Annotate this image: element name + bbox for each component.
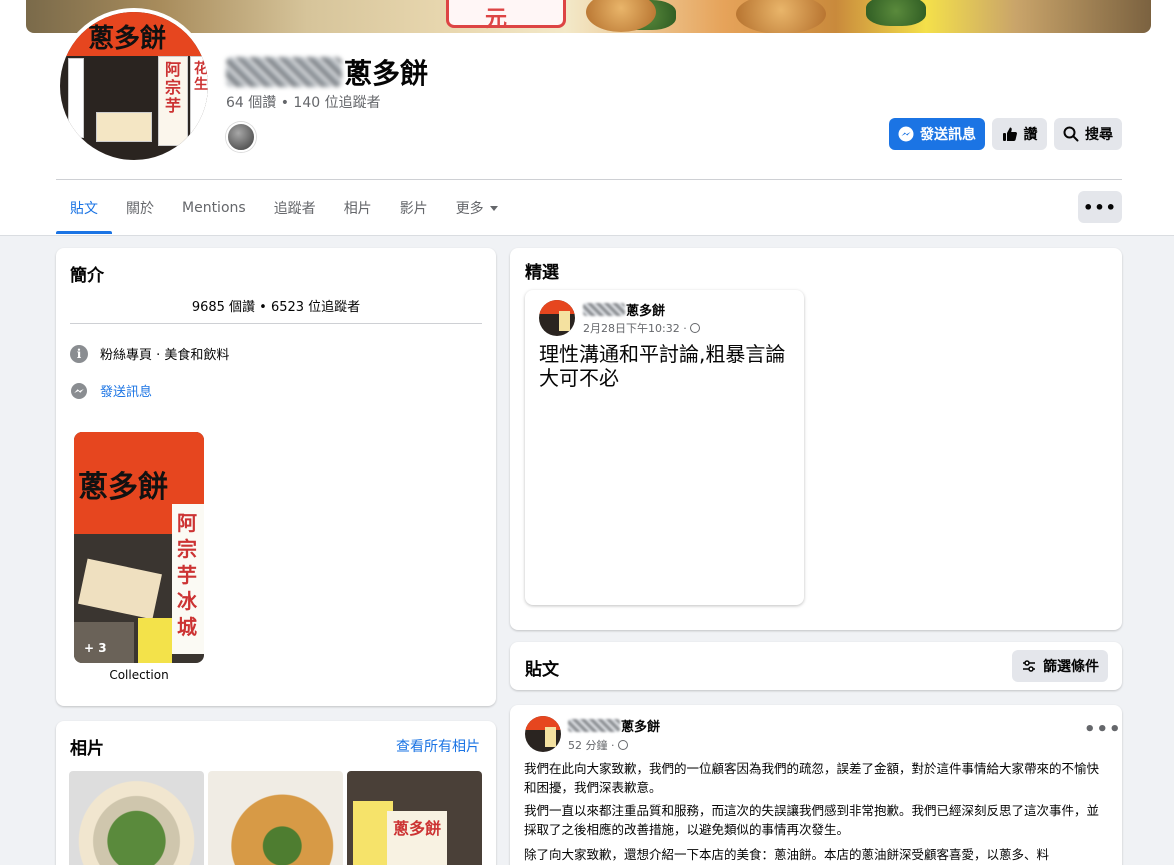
tab-more[interactable]: 更多 (442, 182, 512, 234)
send-message-button[interactable]: 發送訊息 (889, 118, 985, 150)
post-paragraph: 我們在此向大家致歉，我們的一位顧客因為我們的疏忽，誤差了金額，對於這件事情給大家… (524, 761, 1100, 795)
post-paragraph: 我們一直以來都注重品質和服務，而這次的失誤讓我們感到非常抱歉。我們已經深刻反思了… (524, 803, 1100, 837)
tab-bar: 貼文 關於 Mentions 追蹤者 相片 影片 更多 (56, 182, 512, 234)
post-timestamp[interactable]: 2月28日下午10:32 · (583, 320, 700, 336)
photo-thumbnail[interactable] (69, 771, 204, 865)
page-title: 蔥多餅 (226, 52, 428, 92)
tab-videos[interactable]: 影片 (386, 182, 442, 234)
caret-down-icon (489, 205, 498, 211)
photo-thumbnail[interactable] (208, 771, 343, 865)
tab-photos[interactable]: 相片 (330, 182, 386, 234)
info-icon: i (70, 344, 88, 363)
intro-title: 簡介 (70, 266, 104, 286)
collection-thumbnail[interactable]: 蔥多餅 阿宗芋冰城 + 3 (74, 432, 204, 663)
featured-title: 精選 (525, 263, 559, 283)
more-options-button[interactable]: ••• (1078, 191, 1122, 223)
intro-card: 簡介 9685 個讚 • 6523 位追蹤者 i 粉絲專頁 · 美食和飲料 發送… (56, 248, 496, 706)
search-icon (1063, 126, 1079, 142)
page-header: 元 蔥多餅 阿宗芋 花生 蔥多餅 64 個讚 • 140 位追蹤者 發送訊息 讚… (0, 0, 1174, 236)
globe-icon (617, 740, 628, 750)
divider (56, 179, 1122, 180)
messenger-icon (71, 382, 87, 399)
intro-stats: 9685 個讚 • 6523 位追蹤者 (191, 300, 361, 315)
more-horizontal-icon: ••• (1083, 197, 1117, 217)
search-button[interactable]: 搜尋 (1054, 118, 1122, 150)
photos-card: 相片 查看所有相片 蔥多餅 (56, 721, 496, 865)
post-author[interactable]: 蔥多餅 (568, 716, 660, 735)
photo-thumbnail[interactable]: 蔥多餅 (347, 771, 482, 865)
post-timestamp[interactable]: 52 分鐘 · (568, 737, 628, 753)
tab-posts[interactable]: 貼文 (56, 182, 112, 234)
message-row[interactable]: 發送訊息 (70, 381, 152, 400)
follower-avatar[interactable] (226, 122, 256, 152)
collection-count: + 3 (84, 641, 107, 655)
tab-mentions[interactable]: Mentions (168, 182, 260, 234)
page-stats: 64 個讚 • 140 位追蹤者 (226, 95, 381, 111)
see-all-photos-link[interactable]: 查看所有相片 (396, 736, 480, 756)
photos-title: 相片 (70, 739, 104, 759)
redacted-name (568, 719, 620, 732)
thumbs-up-icon (1002, 127, 1017, 141)
profile-picture[interactable]: 蔥多餅 阿宗芋 花生 (56, 8, 212, 164)
send-message-link[interactable]: 發送訊息 (100, 381, 152, 400)
redacted-name (583, 303, 625, 316)
divider (70, 323, 482, 324)
featured-card: 精選 蔥多餅 2月28日下午10:32 · 理性溝通和平討論,粗暴言論大可不必 (510, 248, 1122, 630)
messenger-icon (898, 126, 914, 142)
featured-post-text: 理性溝通和平討論,粗暴言論大可不必 (539, 342, 786, 390)
filter-button[interactable]: 篩選條件 (1012, 650, 1108, 682)
post-card: 蔥多餅 52 分鐘 · ••• 我們在此向大家致歉，我們的一位顧客因為我們的疏忽… (510, 705, 1122, 865)
globe-icon (689, 323, 700, 333)
post-paragraph: 除了向大家致歉，還想介紹一下本店的美食：蔥油餅。本店的蔥油餅深受顧客喜愛，以蔥多… (524, 847, 1050, 862)
post-author[interactable]: 蔥多餅 (583, 300, 665, 319)
posts-header-card: 貼文 篩選條件 (510, 642, 1122, 690)
tab-about[interactable]: 關於 (112, 182, 168, 234)
avatar[interactable] (539, 300, 575, 336)
like-button[interactable]: 讚 (992, 118, 1047, 150)
posts-title: 貼文 (525, 660, 559, 680)
avatar[interactable] (525, 716, 561, 752)
tab-followers[interactable]: 追蹤者 (260, 182, 330, 234)
post-options-icon[interactable]: ••• (1084, 719, 1122, 740)
collection-label: Collection (109, 668, 169, 682)
featured-post[interactable]: 蔥多餅 2月28日下午10:32 · 理性溝通和平討論,粗暴言論大可不必 (525, 290, 804, 605)
category-row: i 粉絲專頁 · 美食和飲料 (70, 344, 229, 363)
filter-icon (1023, 660, 1035, 672)
redacted-name (226, 57, 342, 87)
